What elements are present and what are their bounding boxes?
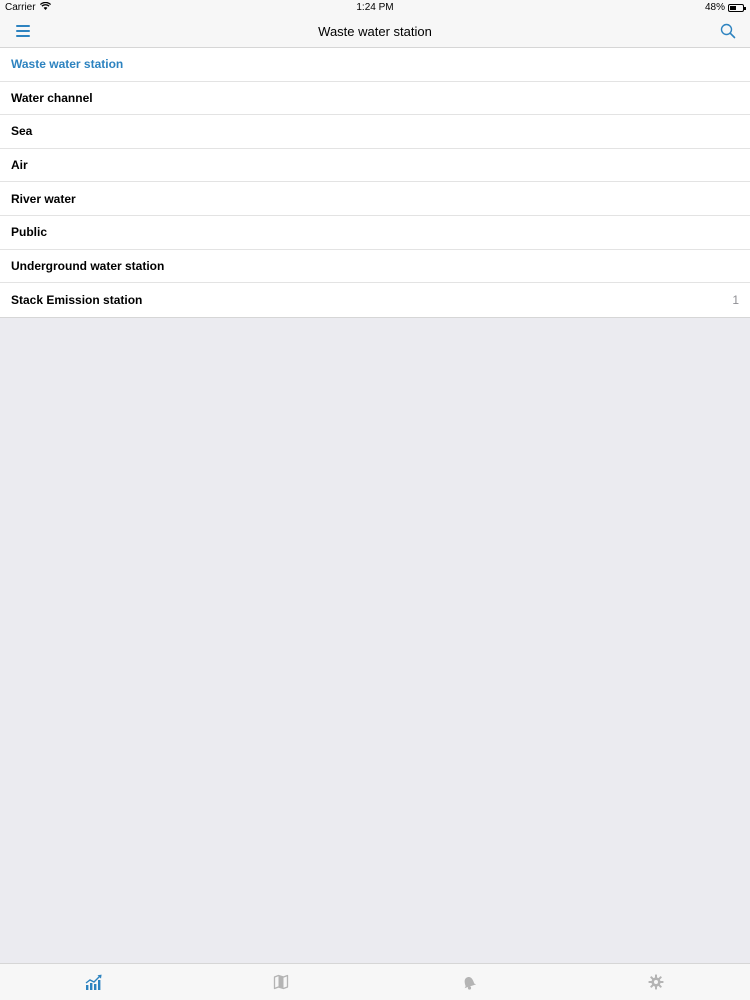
list-item-public[interactable]: Public: [0, 216, 750, 250]
battery-indicator: 48%: [704, 2, 746, 13]
list-item-water-channel[interactable]: Water channel: [0, 82, 750, 116]
tab-bar: [0, 963, 750, 1000]
list-item-label: River water: [11, 191, 76, 206]
list-item-label: Air: [11, 158, 28, 173]
search-icon: [720, 23, 736, 39]
gear-icon: [648, 974, 664, 990]
list-item-label: Stack Emission station: [11, 292, 143, 307]
page-title: Waste water station: [318, 24, 432, 39]
list-item-label: Sea: [11, 124, 33, 139]
chart-icon: [85, 974, 102, 990]
tab-charts[interactable]: [0, 964, 188, 1000]
list-item-river-water[interactable]: River water: [0, 182, 750, 216]
list-item-label: Water channel: [11, 90, 93, 105]
battery-icon: [728, 3, 746, 12]
list-item-sea[interactable]: Sea: [0, 115, 750, 149]
list-item-waste-water-station[interactable]: Waste water station: [0, 48, 750, 82]
list-item-label: Underground water station: [11, 258, 165, 273]
station-type-list: Waste water station Water channel Sea Ai…: [0, 48, 750, 318]
status-bar: Carrier 1:24 PM 48%: [0, 0, 750, 16]
list-item-count: 1: [732, 292, 739, 307]
navigation-bar: Waste water station: [0, 16, 750, 48]
list-item-stack-emission-station[interactable]: Stack Emission station 1: [0, 283, 750, 317]
map-icon: [274, 974, 289, 990]
bell-icon: [464, 977, 476, 990]
search-button[interactable]: [720, 23, 736, 39]
list-item-label: Waste water station: [11, 57, 124, 72]
list-item-underground-water-station[interactable]: Underground water station: [0, 250, 750, 284]
battery-percent: 48%: [704, 2, 725, 13]
list-item-label: Public: [11, 225, 48, 240]
list-item-air[interactable]: Air: [0, 149, 750, 183]
tab-alerts[interactable]: [375, 964, 563, 1000]
status-time: 1:24 PM: [356, 2, 394, 13]
tab-settings[interactable]: [563, 964, 750, 1000]
tab-map[interactable]: [188, 964, 376, 1000]
